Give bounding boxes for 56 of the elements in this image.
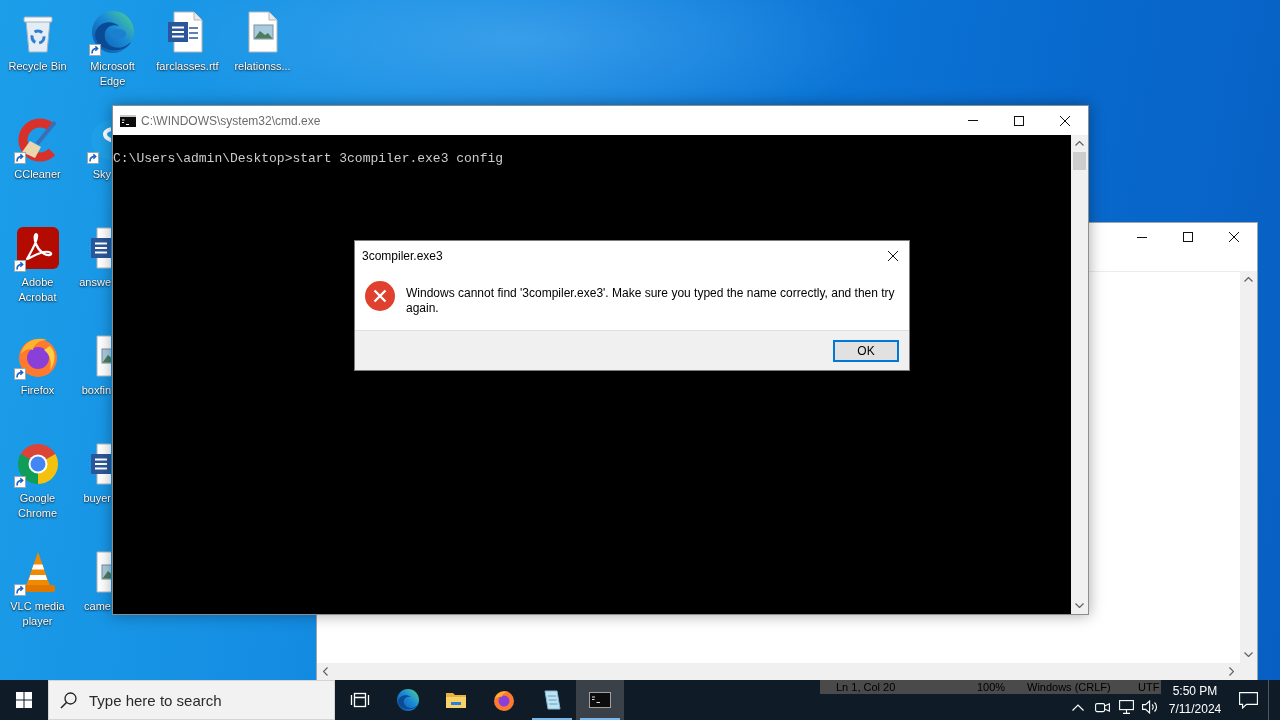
icon-label[interactable]: Recycle Bin bbox=[8, 59, 67, 74]
icon-label[interactable]: answe bbox=[79, 275, 111, 290]
icon-label[interactable]: CCleaner bbox=[14, 167, 61, 182]
window-title: C:\WINDOWS\system32\cmd.exe bbox=[141, 113, 321, 128]
volume-icon bbox=[1142, 700, 1158, 714]
chevron-up-icon bbox=[1072, 703, 1084, 711]
search-field[interactable]: Type here to search bbox=[89, 691, 326, 709]
windows-logo-icon bbox=[16, 692, 32, 708]
error-icon bbox=[365, 281, 395, 311]
minimize-icon bbox=[968, 120, 978, 121]
camera-icon bbox=[1094, 701, 1110, 713]
dialog-title: 3compiler.exe3 bbox=[362, 248, 443, 263]
scrollbar-thumb[interactable] bbox=[1073, 152, 1086, 170]
status-text: UTF bbox=[1138, 680, 1160, 694]
clock-date[interactable]: 7/11/2024 bbox=[1168, 701, 1222, 717]
taskbar-button[interactable] bbox=[576, 680, 624, 720]
chevron-left-icon bbox=[323, 667, 328, 676]
vertical-scrollbar[interactable] bbox=[1240, 271, 1257, 663]
status-text: Windows (CRLF) bbox=[1027, 680, 1111, 694]
icon-label[interactable]: boxfin bbox=[81, 383, 111, 398]
search-icon bbox=[60, 691, 77, 709]
close-icon bbox=[1229, 232, 1239, 242]
vertical-scrollbar[interactable] bbox=[1071, 135, 1088, 614]
dialog-message: Windows cannot find '3compiler.exe3'. Make sure you typed the name correctly, and then try again. bbox=[406, 286, 896, 316]
icon-label[interactable]: Sky bbox=[92, 167, 111, 182]
console-line: C:\Users\admin\Desktop>start 3compiler.exe3 config bbox=[113, 151, 504, 167]
icon-label[interactable]: Google Chrome bbox=[3, 491, 72, 521]
icon-label[interactable]: buyer bbox=[83, 491, 111, 506]
maximize-icon bbox=[1014, 115, 1024, 126]
chevron-up-icon bbox=[1075, 141, 1084, 146]
close-icon bbox=[1060, 115, 1070, 126]
status-text: Ln 1, Col 20 bbox=[836, 680, 896, 694]
icon-label[interactable]: Firefox bbox=[20, 383, 55, 398]
network-monitor-icon bbox=[1118, 700, 1134, 714]
firefox-logo-icon bbox=[492, 688, 516, 712]
icon-label[interactable]: came bbox=[84, 599, 111, 614]
edge-logo-icon bbox=[396, 688, 420, 712]
minimize-icon bbox=[1137, 236, 1147, 238]
clock-time[interactable]: 5:50 PM bbox=[1172, 683, 1218, 699]
status-text: 100% bbox=[977, 680, 1006, 694]
chevron-right-icon bbox=[1229, 667, 1234, 676]
close-icon bbox=[888, 250, 898, 261]
icon-label[interactable]: VLC media player bbox=[3, 599, 72, 629]
icon-label[interactable]: Microsoft Edge bbox=[78, 59, 147, 89]
chevron-down-icon bbox=[1075, 603, 1084, 608]
icon-label[interactable]: farclasses.rtf bbox=[156, 59, 219, 74]
chevron-up-icon bbox=[1244, 277, 1253, 282]
chevron-down-icon bbox=[1244, 652, 1253, 657]
search-bar[interactable]: Type here to search bbox=[48, 680, 335, 720]
speech-bubble-icon bbox=[1238, 691, 1258, 709]
ok-button[interactable]: OK bbox=[833, 340, 899, 362]
maximize-icon bbox=[1183, 232, 1193, 242]
icon-label[interactable]: relationss... bbox=[234, 59, 291, 74]
icon-label[interactable]: Adobe Acrobat bbox=[3, 275, 72, 305]
terminal-icon bbox=[120, 114, 136, 127]
horizontal-scrollbar[interactable] bbox=[317, 663, 1240, 680]
